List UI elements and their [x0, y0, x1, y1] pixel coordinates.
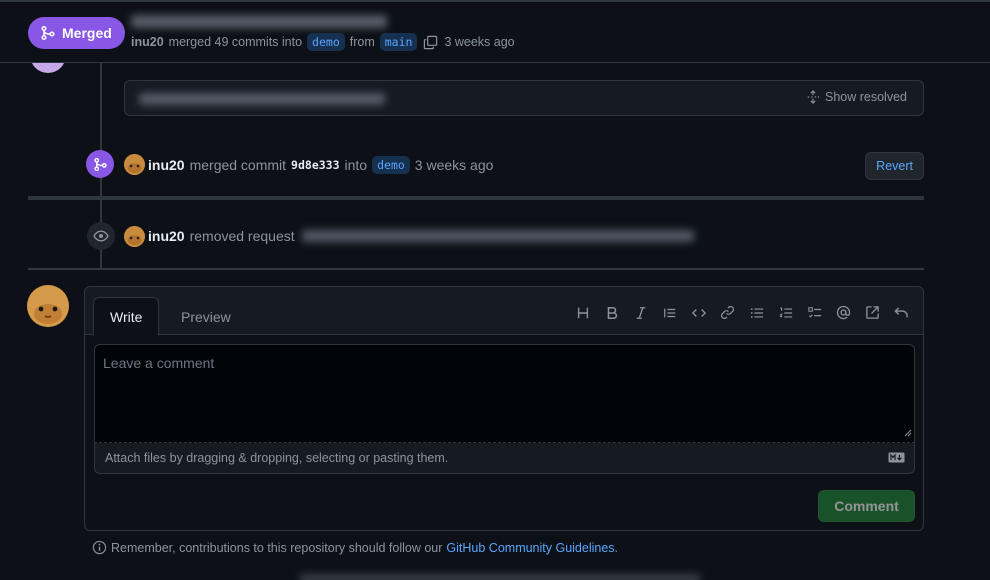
markdown-toolbar [573, 303, 911, 322]
pr-merged-text: merged 49 commits into [168, 35, 303, 49]
base-branch-label[interactable]: demo [307, 33, 345, 51]
thread-summary-redacted [139, 93, 385, 105]
cross-reference-icon[interactable] [863, 303, 882, 322]
community-guidelines-note: Remember, contributions to this reposito… [92, 540, 618, 555]
quote-icon[interactable] [660, 303, 679, 322]
bold-icon[interactable] [602, 303, 621, 322]
comment-composer: Write Preview Leave a comment Attach fil… [84, 286, 924, 531]
avatar[interactable] [124, 154, 145, 175]
current-user-avatar[interactable] [27, 285, 69, 327]
guideline-text: Remember, contributions to this reposito… [111, 540, 443, 555]
avatar[interactable] [124, 226, 145, 247]
merged-status-badge: Merged [28, 17, 125, 49]
code-icon[interactable] [689, 303, 708, 322]
unfold-icon [806, 90, 820, 104]
commit-sha-link[interactable]: 9d8e333 [291, 158, 339, 172]
markdown-icon[interactable] [888, 452, 905, 466]
unordered-list-icon[interactable] [747, 303, 766, 322]
merge-event-icon [86, 150, 114, 178]
show-resolved-button[interactable]: Show resolved [806, 90, 907, 104]
timeline-divider [28, 268, 924, 270]
task-list-icon[interactable] [805, 303, 824, 322]
attach-files-bar[interactable]: Attach files by dragging & dropping, sel… [94, 443, 915, 474]
removed-reviewers-redacted [302, 230, 694, 242]
merge-event: inu20 merged commit 9d8e333 into demo 3 … [86, 149, 924, 181]
removed-event-text: inu20 removed request [148, 228, 295, 244]
comment-submit-button[interactable]: Comment [818, 490, 915, 522]
pr-sticky-header: Merged inu20 merged 49 commits into demo… [0, 0, 990, 63]
merge-event-text: inu20 merged commit 9d8e333 into demo 3 … [148, 156, 493, 174]
partially-visible-footer-text [300, 574, 700, 580]
timeline-divider [28, 196, 924, 200]
show-resolved-label: Show resolved [825, 90, 907, 104]
pr-title-redacted [131, 15, 387, 28]
guideline-end: . [614, 540, 619, 555]
tab-preview[interactable]: Preview [165, 297, 247, 336]
ordered-list-icon[interactable] [776, 303, 795, 322]
removed-event-action: removed request [189, 228, 295, 244]
link-icon[interactable] [718, 303, 737, 322]
attach-files-text: Attach files by dragging & dropping, sel… [105, 451, 449, 465]
italic-icon[interactable] [631, 303, 650, 322]
copy-branch-icon[interactable] [423, 35, 438, 50]
pr-meta-line: inu20 merged 49 commits into demo from m… [131, 33, 515, 51]
pr-from-text: from [349, 35, 375, 49]
merge-event-time[interactable]: 3 weeks ago [415, 157, 494, 173]
merge-icon [40, 25, 56, 41]
composer-tab-bar: Write Preview [85, 287, 923, 336]
comment-placeholder: Leave a comment [103, 355, 215, 371]
head-branch-label[interactable]: main [379, 33, 418, 51]
resize-grip-icon[interactable] [904, 424, 912, 440]
undo-icon[interactable] [892, 303, 911, 322]
merge-event-author[interactable]: inu20 [148, 157, 185, 173]
pr-author-link[interactable]: inu20 [131, 35, 164, 49]
merge-event-branch[interactable]: demo [372, 156, 410, 174]
community-guidelines-link[interactable]: GitHub Community Guidelines [446, 541, 614, 555]
eye-icon [87, 222, 115, 250]
resolved-review-thread: Show resolved [124, 80, 924, 116]
merged-status-label: Merged [62, 25, 112, 41]
heading-icon[interactable] [573, 303, 592, 322]
merge-event-action: merged commit [189, 157, 287, 173]
tab-write[interactable]: Write [93, 297, 160, 336]
mention-icon[interactable] [834, 303, 853, 322]
info-icon [92, 540, 107, 555]
revert-button[interactable]: Revert [865, 152, 924, 180]
comment-textarea[interactable]: Leave a comment [94, 344, 915, 443]
merge-event-into: into [344, 157, 368, 173]
removed-event-author[interactable]: inu20 [148, 228, 185, 244]
pr-merged-time: 3 weeks ago [444, 35, 515, 49]
